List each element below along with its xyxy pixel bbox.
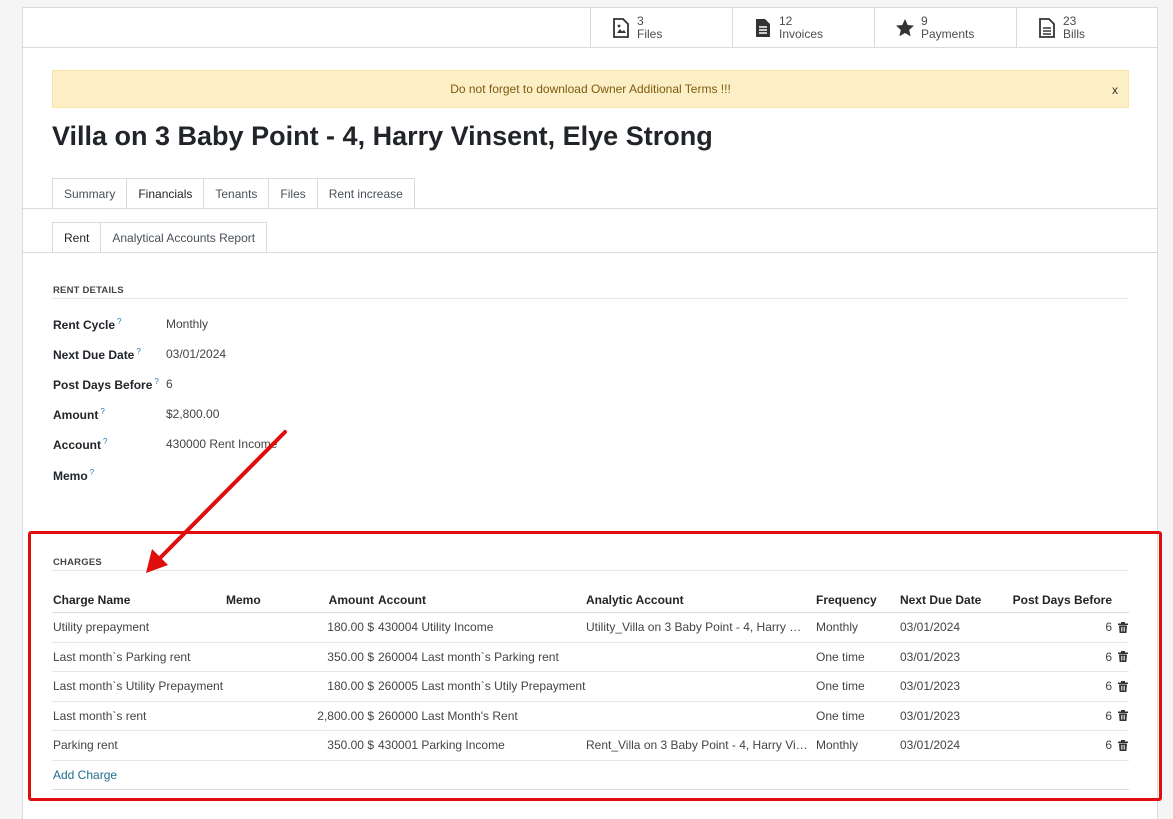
annotation-arrow-icon: [146, 430, 287, 573]
